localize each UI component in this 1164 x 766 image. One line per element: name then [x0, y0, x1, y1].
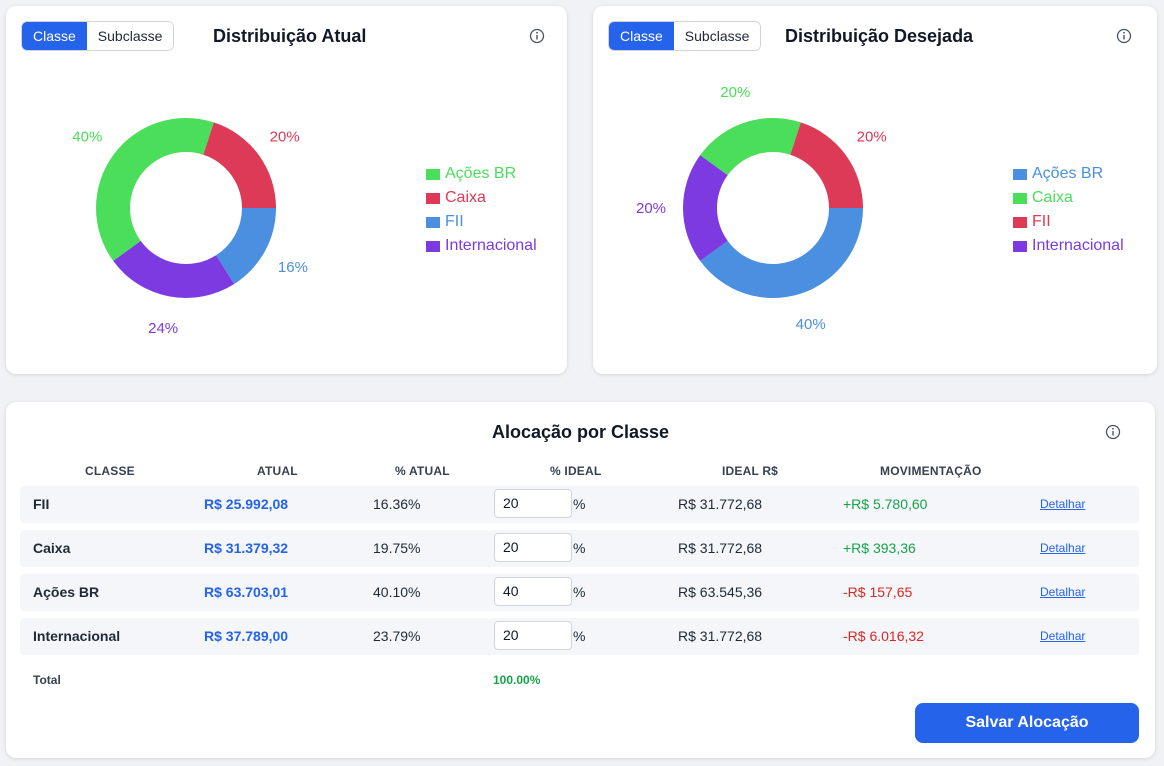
- legend-swatch: [1013, 216, 1027, 228]
- percent-sign: %: [573, 628, 586, 644]
- legend-swatch: [426, 240, 440, 252]
- cell-classe: Internacional: [33, 628, 121, 644]
- ideal-percent-input[interactable]: [494, 489, 572, 518]
- cell-pct-atual: 19.75%: [373, 540, 421, 556]
- cell-pct-atual: 16.36%: [373, 496, 421, 512]
- header-pct-atual: % ATUAL: [395, 464, 450, 478]
- header-atual: ATUAL: [257, 464, 298, 478]
- legend-label: Ações BR: [1032, 165, 1104, 182]
- cell-atual: R$ 31.379,32: [204, 540, 289, 556]
- cell-movimentacao: +R$ 393,36: [843, 540, 916, 556]
- detalhar-link[interactable]: Detalhar: [1040, 618, 1085, 655]
- header-pct-ideal: % IDEAL: [550, 464, 602, 478]
- legend-swatch: [426, 192, 440, 204]
- cell-movimentacao: +R$ 5.780,60: [843, 496, 928, 512]
- cell-pct-atual: 23.79%: [373, 628, 421, 644]
- header-classe: CLASSE: [85, 464, 135, 478]
- legend-item-acoes-br[interactable]: Ações BR: [1013, 162, 1124, 186]
- total-label: Total: [33, 673, 61, 687]
- total-value: 100.00%: [493, 673, 541, 687]
- percent-sign: %: [573, 584, 586, 600]
- cell-classe: Caixa: [33, 540, 71, 556]
- cell-atual: R$ 37.789,00: [204, 628, 289, 644]
- donut-slice-fii[interactable]: [700, 208, 863, 298]
- data-label: 40%: [72, 128, 102, 145]
- legend-swatch: [426, 168, 440, 180]
- legend-label: Internacional: [445, 237, 537, 254]
- legend-item-fii[interactable]: FII: [1013, 210, 1124, 234]
- cell-atual: R$ 63.703,01: [204, 584, 289, 600]
- legend-item-caixa[interactable]: Caixa: [426, 186, 537, 210]
- legend-label: Caixa: [1032, 189, 1073, 206]
- legend-label: Caixa: [445, 189, 486, 206]
- data-label: 20%: [636, 200, 666, 217]
- cell-movimentacao: -R$ 6.016,32: [843, 628, 924, 644]
- cell-ideal: R$ 31.772,68: [678, 496, 763, 512]
- data-label: 20%: [720, 84, 750, 101]
- data-label: 24%: [148, 320, 178, 337]
- legend-label: FII: [1032, 213, 1051, 230]
- legend-item-internacional[interactable]: Internacional: [426, 234, 537, 258]
- save-allocation-button[interactable]: Salvar Alocação: [915, 703, 1139, 743]
- donut-slice-acoes-br[interactable]: [96, 118, 214, 261]
- info-icon[interactable]: [1105, 424, 1121, 440]
- data-label: 20%: [857, 128, 887, 145]
- donut-slice-caixa[interactable]: [203, 122, 276, 208]
- legend-swatch: [1013, 240, 1027, 252]
- detalhar-link[interactable]: Detalhar: [1040, 574, 1085, 611]
- legend-swatch: [1013, 192, 1027, 204]
- cell-classe: Ações BR: [33, 584, 100, 600]
- legend-swatch: [426, 216, 440, 228]
- header-ideal: IDEAL R$: [722, 464, 779, 478]
- cell-ideal: R$ 31.772,68: [678, 628, 763, 644]
- chart-legend: Ações BR Caixa FII Internacional: [426, 162, 537, 258]
- ideal-percent-input[interactable]: [494, 621, 572, 650]
- cell-pct-atual: 40.10%: [373, 584, 421, 600]
- legend-item-internacional[interactable]: Internacional: [1013, 234, 1124, 258]
- distribuicao-desejada-card: Classe Subclasse Distribuição Desejada 4…: [593, 6, 1157, 374]
- distribuicao-atual-card: Classe Subclasse Distribuição Atual 16% 2…: [6, 6, 567, 374]
- table-row: Internacional R$ 37.789,00 23.79% % R$ 3…: [20, 618, 1139, 655]
- data-label: 20%: [270, 128, 300, 145]
- table-row: Ações BR R$ 63.703,01 40.10% % R$ 63.545…: [20, 574, 1139, 611]
- cell-atual: R$ 25.992,08: [204, 496, 289, 512]
- alocacao-por-classe-card: Alocação por Classe CLASSE ATUAL % ATUAL…: [6, 402, 1155, 758]
- percent-sign: %: [573, 540, 586, 556]
- legend-label: Ações BR: [445, 165, 517, 182]
- legend-item-fii[interactable]: FII: [426, 210, 537, 234]
- legend-label: FII: [445, 213, 464, 230]
- detalhar-link[interactable]: Detalhar: [1040, 530, 1085, 567]
- donut-slice-internacional[interactable]: [113, 240, 235, 298]
- table-row: FII R$ 25.992,08 16.36% % R$ 31.772,68 +…: [20, 486, 1139, 523]
- legend-item-caixa[interactable]: Caixa: [1013, 186, 1124, 210]
- legend-label: Internacional: [1032, 237, 1124, 254]
- header-movimentacao: MOVIMENTAÇÃO: [880, 464, 982, 478]
- table-row: Caixa R$ 31.379,32 19.75% % R$ 31.772,68…: [20, 530, 1139, 567]
- cell-movimentacao: -R$ 157,65: [843, 584, 913, 600]
- donut-slice-internacional[interactable]: [683, 155, 728, 261]
- percent-sign: %: [573, 496, 586, 512]
- ideal-percent-input[interactable]: [494, 533, 572, 562]
- legend-swatch: [1013, 168, 1027, 180]
- chart-legend: Ações BR Caixa FII Internacional: [1013, 162, 1124, 258]
- donut-slice-caixa[interactable]: [790, 122, 863, 208]
- detalhar-link[interactable]: Detalhar: [1040, 486, 1085, 523]
- cell-ideal: R$ 63.545,36: [678, 584, 763, 600]
- cell-ideal: R$ 31.772,68: [678, 540, 763, 556]
- section-title: Alocação por Classe: [491, 422, 670, 442]
- ideal-percent-input[interactable]: [494, 577, 572, 606]
- data-label: 40%: [796, 316, 826, 333]
- legend-item-acoes-br[interactable]: Ações BR: [426, 162, 537, 186]
- cell-classe: FII: [33, 496, 50, 512]
- data-label: 16%: [278, 259, 308, 276]
